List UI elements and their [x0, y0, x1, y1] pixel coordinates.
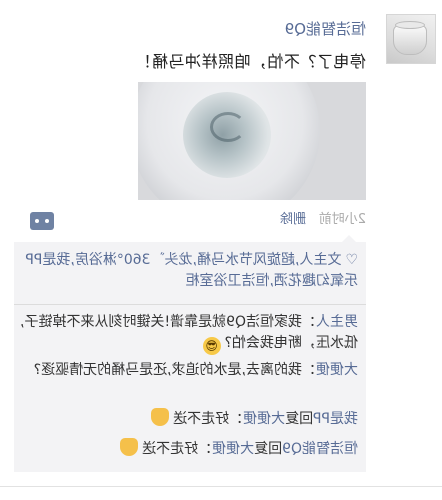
comment-dots-icon	[45, 219, 49, 223]
comment-item[interactable]: 男主人：我家恒洁Q9就是靠谱!关键时刻从来不掉链子,低水压，断电我会怕?😎	[18, 312, 358, 355]
comment-button[interactable]	[30, 212, 54, 230]
comment-text: 我的离去,是水的追求,还是马桶的无情驱逐?	[33, 362, 302, 378]
divider	[14, 304, 366, 305]
wave-hand-icon	[120, 438, 139, 456]
comment-text: 好走不送	[173, 411, 230, 427]
post-time: 2小时前	[318, 212, 366, 227]
likes-names[interactable]: 文主人,超旋风节水马桶,龙头゛360°淋浴房,我是PP乐氧幻趣花洒,恒洁卫浴室柜	[25, 252, 358, 289]
water-swirl	[210, 112, 246, 142]
comment-author[interactable]: 恒洁智能Q9	[282, 441, 358, 457]
bottom-divider	[0, 486, 442, 487]
post-text: 停电了？不怕，咱照样冲马桶！	[134, 52, 366, 71]
comment-text: 好走不送	[142, 441, 199, 457]
toilet-lid-icon	[395, 21, 425, 29]
reply-target[interactable]: 大便便	[243, 411, 285, 427]
likes-list: ♡文主人,超旋风节水马桶,龙头゛360°淋浴房,我是PP乐氧幻趣花洒,恒洁卫浴室…	[18, 250, 358, 292]
post-photo[interactable]	[138, 82, 366, 200]
moments-post: 恒洁智能Q9 停电了？不怕，咱照样冲马桶！ 2小时前 删除 ♡文主人,超旋风节水…	[0, 0, 442, 500]
reply-word: 回复	[285, 411, 314, 427]
cool-face-icon: 😎	[202, 337, 221, 355]
heart-icon: ♡	[345, 252, 358, 268]
post-user-name[interactable]: 恒洁智能Q9	[285, 18, 366, 39]
comment-item[interactable]: 大便便：我的离去,是水的追求,还是马桶的无情驱逐?	[18, 360, 358, 381]
comment-author[interactable]: 大便便	[316, 362, 358, 378]
wave-hand-icon	[151, 408, 170, 426]
reply-target[interactable]: 大便便	[212, 441, 254, 457]
delete-button[interactable]: 删除	[280, 208, 306, 227]
comment-author[interactable]: 我是PP	[313, 411, 358, 427]
avatar[interactable]	[386, 14, 436, 64]
comment-author[interactable]: 男主人	[316, 314, 358, 330]
toilet-avatar-icon	[393, 25, 427, 55]
comment-item[interactable]: 我是PP回复大便便：好走不送	[18, 408, 358, 430]
reply-word: 回复	[254, 441, 283, 457]
comment-item[interactable]: 恒洁智能Q9回复大便便：好走不送	[18, 438, 358, 460]
likes-comments-box: ♡文主人,超旋风节水马桶,龙头゛360°淋浴房,我是PP乐氧幻趣花洒,恒洁卫浴室…	[14, 242, 366, 472]
